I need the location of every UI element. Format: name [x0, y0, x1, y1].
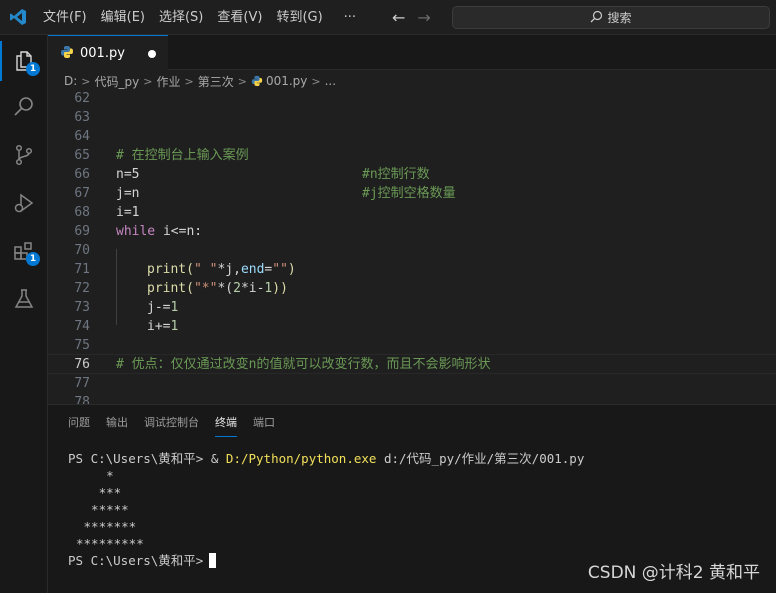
tab-ports[interactable]: 端口 [245, 405, 283, 441]
breadcrumb-folder-third[interactable]: 第三次 [198, 73, 234, 90]
explorer-badge: 1 [26, 62, 40, 76]
code-line: 67 j=n #j控制空格数量 [74, 186, 456, 201]
code-line: 77 [74, 376, 90, 391]
menu-edit[interactable]: 编辑(E) [94, 0, 152, 35]
testing-flask-icon[interactable] [0, 275, 48, 323]
code-line: 65 # 在控制台上输入案例 [74, 148, 249, 163]
vscode-logo-icon [0, 0, 36, 35]
code-line: 74 i+=1 [74, 319, 179, 334]
terminal-cursor [209, 553, 217, 568]
forward-arrow-icon[interactable]: → [417, 8, 430, 27]
chevron-right-icon: > [81, 74, 91, 88]
command-center-search[interactable]: 搜索 [452, 6, 770, 29]
terminal-output-line: ******* [76, 519, 137, 534]
nav-arrows: ← → [392, 0, 431, 35]
breadcrumb: D: > 代码_py > 作业 > 第三次 > 001.py > ... [48, 70, 776, 92]
back-arrow-icon[interactable]: ← [392, 8, 405, 27]
code-line: 66 n=5 #n控制行数 [74, 167, 430, 182]
source-control-icon[interactable] [0, 131, 48, 179]
code-line: 68 i=1 [74, 205, 140, 220]
code-line: 72 print("*"*(2*i-1)) [74, 281, 288, 296]
terminal-output-line: ********* [76, 536, 144, 551]
search-icon [590, 10, 603, 26]
search-label: 搜索 [607, 11, 632, 25]
code-line: 71 print(" "*j,end="") [74, 262, 296, 277]
tab-001-py[interactable]: 001.py [48, 35, 168, 70]
code-line: 62 [74, 92, 90, 106]
code-line: 70 [74, 243, 90, 258]
tab-terminal[interactable]: 终端 [207, 405, 245, 441]
extensions-badge: 1 [26, 252, 40, 266]
breadcrumb-symbol[interactable]: ... [325, 74, 336, 88]
unsaved-dot-icon[interactable] [148, 50, 156, 58]
menu-more[interactable]: ··· [330, 0, 363, 35]
search-view-icon[interactable] [0, 83, 48, 131]
editor-tab-bar: 001.py [48, 35, 776, 70]
chevron-right-icon: > [143, 74, 153, 88]
terminal-output-line: ***** [76, 502, 129, 517]
code-line: 73 j-=1 [74, 300, 179, 315]
activity-bar: 1 1 [0, 35, 48, 593]
breadcrumb-folder-homework[interactable]: 作业 [156, 73, 180, 90]
panel-tabs: 问题 输出 调试控制台 终端 端口 [60, 405, 283, 441]
code-line: 69 while i<=n: [74, 224, 203, 239]
extensions-icon[interactable]: 1 [0, 227, 48, 275]
tab-problems[interactable]: 问题 [60, 405, 98, 441]
terminal-output-line: * [76, 468, 114, 483]
breadcrumb-folder-code[interactable]: 代码_py [95, 73, 140, 90]
run-debug-icon[interactable] [0, 179, 48, 227]
code-line: 78 [74, 395, 90, 404]
breadcrumb-drive[interactable]: D: [64, 74, 77, 88]
menu-view[interactable]: 查看(V) [210, 0, 269, 35]
code-editor[interactable]: 62 63 64 65 # 在控制台上输入案例 66 n=5 #n控制行数 67 j=n… [48, 92, 776, 404]
terminal-output-line: *** [76, 485, 122, 500]
chevron-right-icon: > [237, 74, 247, 88]
python-file-icon [251, 75, 263, 87]
menu-go[interactable]: 转到(G) [269, 0, 329, 35]
watermark: CSDN @计科2 黄和平 [587, 563, 760, 583]
explorer-icon[interactable]: 1 [0, 37, 48, 85]
bottom-panel: 问题 输出 调试控制台 终端 端口 PS C:\Users\黄和平> & D:/… [48, 404, 776, 593]
menu-file[interactable]: 文件(F) [36, 0, 94, 35]
terminal-command-line: PS C:\Users\黄和平> & D:/Python/python.exe … [68, 451, 585, 466]
chevron-right-icon: > [311, 74, 321, 88]
chevron-right-icon: > [184, 74, 194, 88]
breadcrumb-file[interactable]: 001.py [266, 74, 307, 88]
tab-debug-console[interactable]: 调试控制台 [136, 405, 207, 441]
menu-selection[interactable]: 选择(S) [152, 0, 210, 35]
menu-bar: 文件(F) 编辑(E) 选择(S) 查看(V) 转到(G) ··· [36, 0, 363, 35]
code-line-current: 76 # 优点：仅仅通过改变n的值就可以改变行数，而且不会影响形状 [48, 354, 776, 374]
python-file-icon [60, 45, 74, 62]
tab-label: 001.py [80, 45, 125, 61]
title-bar: 文件(F) 编辑(E) 选择(S) 查看(V) 转到(G) ··· ← → 搜索 [0, 0, 776, 35]
code-line: 63 [74, 110, 90, 125]
code-line: 75 [74, 338, 90, 353]
tab-output[interactable]: 输出 [98, 405, 136, 441]
terminal-prompt-line[interactable]: PS C:\Users\黄和平> [68, 552, 217, 569]
code-line: 64 [74, 129, 90, 144]
